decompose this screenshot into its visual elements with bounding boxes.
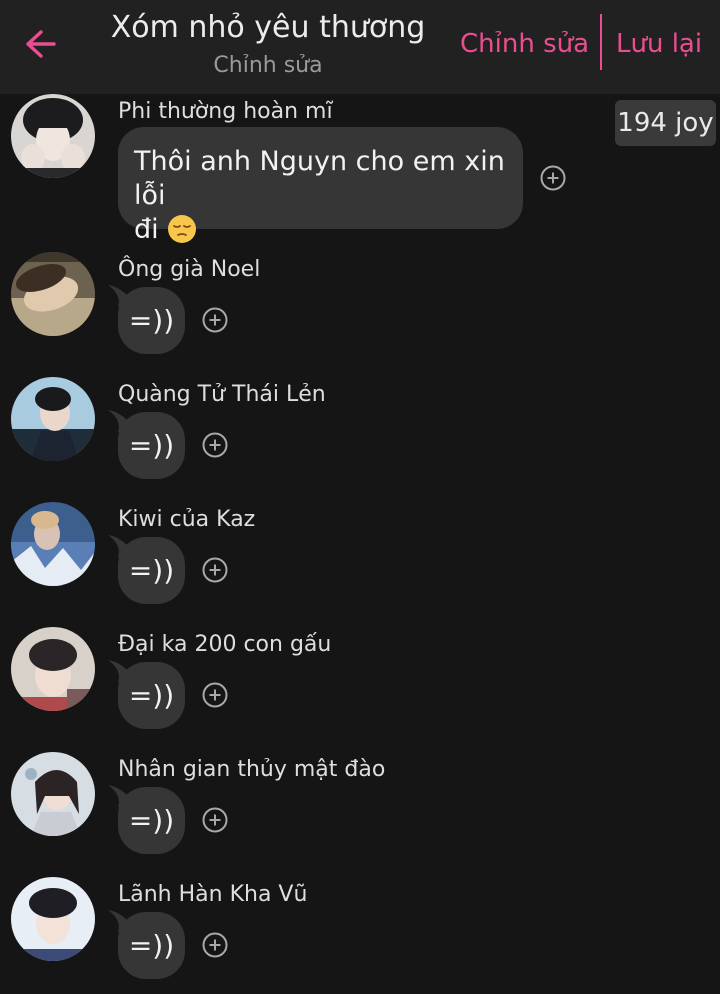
pensive-face-emoji bbox=[167, 214, 197, 244]
chat-title: Xóm nhỏ yêu thương bbox=[110, 10, 426, 45]
avatar[interactable] bbox=[11, 502, 95, 586]
message-item: Kiwi của Kaz =)) bbox=[0, 494, 720, 619]
arrow-left-icon bbox=[26, 30, 56, 58]
plus-circle-icon bbox=[202, 932, 228, 958]
message-bubble[interactable]: =)) bbox=[118, 787, 185, 854]
message-bubble[interactable]: =)) bbox=[118, 662, 185, 729]
title-block: Xóm nhỏ yêu thương Chỉnh sửa bbox=[98, 8, 438, 80]
plus-circle-icon bbox=[202, 307, 228, 333]
sender-name: Nhân gian thủy mật đào bbox=[118, 757, 386, 782]
plus-circle-icon bbox=[202, 807, 228, 833]
avatar[interactable] bbox=[11, 377, 95, 461]
sender-name: Đại ka 200 con gấu bbox=[118, 632, 332, 657]
add-reaction-button[interactable] bbox=[202, 557, 228, 583]
plus-circle-icon bbox=[202, 557, 228, 583]
message-item: Ông già Noel =)) bbox=[0, 244, 720, 369]
message-text-line2: đi bbox=[134, 213, 523, 247]
avatar[interactable] bbox=[11, 252, 95, 336]
sender-name: Lãnh Hàn Kha Vũ bbox=[118, 882, 308, 907]
add-reaction-button[interactable] bbox=[202, 307, 228, 333]
add-reaction-button[interactable] bbox=[202, 432, 228, 458]
add-reaction-button[interactable] bbox=[202, 682, 228, 708]
add-reaction-button[interactable] bbox=[202, 932, 228, 958]
header-divider bbox=[600, 14, 602, 70]
plus-circle-icon bbox=[202, 432, 228, 458]
avatar[interactable] bbox=[11, 627, 95, 711]
app-header: Xóm nhỏ yêu thương Chỉnh sửa Chỉnh sửa L… bbox=[0, 0, 720, 94]
message-item: Đại ka 200 con gấu =)) bbox=[0, 619, 720, 744]
sender-name: Phi thường hoàn mĩ bbox=[118, 99, 333, 124]
edit-button[interactable]: Chỉnh sửa bbox=[460, 24, 589, 64]
avatar[interactable] bbox=[11, 877, 95, 961]
message-item: Phi thường hoàn mĩ Thôi anh Nguyn cho em… bbox=[0, 94, 720, 245]
avatar[interactable] bbox=[11, 94, 95, 178]
message-bubble[interactable]: =)) bbox=[118, 537, 185, 604]
message-bubble[interactable]: =)) bbox=[118, 912, 185, 979]
avatar[interactable] bbox=[11, 752, 95, 836]
message-item: Lãnh Hàn Kha Vũ =)) bbox=[0, 869, 720, 994]
save-button[interactable]: Lưu lại bbox=[616, 24, 702, 64]
plus-circle-icon bbox=[202, 682, 228, 708]
sender-name: Quàng Tử Thái Lẻn bbox=[118, 382, 326, 407]
add-reaction-button[interactable] bbox=[540, 165, 566, 191]
message-text: Thôi anh Nguyn cho em xin lỗi bbox=[134, 146, 505, 211]
message-item: Nhân gian thủy mật đào =)) bbox=[0, 744, 720, 869]
back-button[interactable] bbox=[18, 22, 64, 68]
sender-name: Kiwi của Kaz bbox=[118, 507, 256, 532]
message-item: Quàng Tử Thái Lẻn =)) bbox=[0, 369, 720, 494]
message-bubble[interactable]: =)) bbox=[118, 412, 185, 479]
message-bubble[interactable]: =)) bbox=[118, 287, 185, 354]
message-bubble[interactable]: Thôi anh Nguyn cho em xin lỗi đi bbox=[118, 127, 523, 245]
sender-name: Ông già Noel bbox=[118, 257, 261, 282]
plus-circle-icon bbox=[540, 165, 566, 191]
add-reaction-button[interactable] bbox=[202, 807, 228, 833]
chat-subtitle: Chỉnh sửa bbox=[213, 53, 323, 78]
